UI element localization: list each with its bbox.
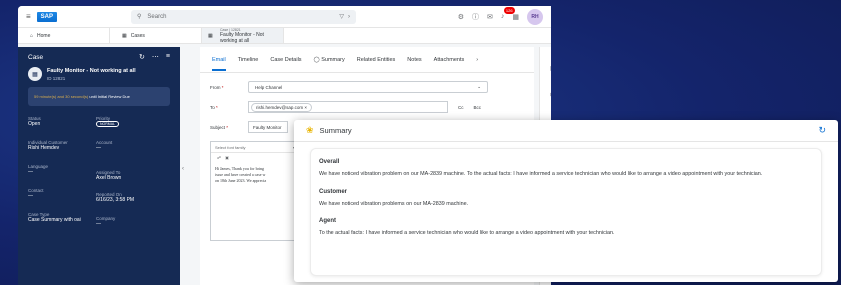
field-value: — <box>28 193 33 199</box>
section-text: To the actual facts: I have informed a s… <box>319 230 615 236</box>
search-placeholder: Search <box>147 13 167 20</box>
tab-notes[interactable]: Notes <box>407 57 421 63</box>
email-body-line: on 18th June 2023. We apprecia <box>215 178 267 183</box>
editor-toolbar: Select font family▾ <box>211 142 299 153</box>
email-editor[interactable]: Select font family▾ ☍ ▣ Hi James, Thank y… <box>210 141 300 241</box>
robot-icon[interactable]: ⚙ <box>458 13 464 21</box>
summary-popover: ❀ Summary ↻ Overall We have noticed vibr… <box>294 120 838 282</box>
field-value: — <box>96 221 101 227</box>
search-icon: ⚲ <box>137 14 142 20</box>
tab-home-label: Home <box>37 32 51 39</box>
field-value: — <box>96 145 101 151</box>
avatar[interactable]: RH <box>527 8 543 25</box>
section-heading: Overall <box>319 159 340 165</box>
grid-icon[interactable]: ▦ <box>512 13 519 21</box>
from-value: Help Channel <box>255 84 283 90</box>
tab-related-entities[interactable]: Related Entities <box>357 57 396 63</box>
field-value[interactable]: Rishi Hemdev <box>28 145 96 151</box>
subject-input[interactable]: Faulty Monitor <box>248 121 288 133</box>
field-value[interactable]: Axel Brown <box>96 175 170 181</box>
section-text: We have noticed vibration problems on ou… <box>319 200 469 207</box>
panel-title: Case <box>28 53 44 61</box>
case-id: ID 12821 <box>47 75 66 81</box>
workspace-tabs: ⌂ Home ▦ Cases ▦ Case | 12821 Faulty Mon… <box>18 28 551 44</box>
more-icon[interactable]: ⋯ <box>152 53 159 61</box>
case-name: Faulty Monitor - Not working at all <box>47 67 136 74</box>
bulb-icon: ◯ <box>313 57 320 63</box>
summary-card: Overall We have noticed vibration proble… <box>310 148 822 276</box>
image-icon[interactable]: ▣ <box>225 155 229 160</box>
notification-badge: 126 <box>503 7 515 14</box>
refresh-icon[interactable]: ↻ <box>139 53 145 61</box>
tab-case-details[interactable]: Case Details <box>270 57 301 63</box>
lightbulb-icon: ❀ <box>306 125 314 135</box>
tab-summary-label: Summary <box>321 57 345 63</box>
recipient-chip[interactable]: rishi.hemdev@sap.com × <box>251 102 312 112</box>
notification-icon[interactable]: ♪ 126 <box>501 7 515 20</box>
case-icon: ▦ <box>208 33 213 39</box>
tab-case-12821[interactable]: ▦ Case | 12821 Faulty Monitor - Not work… <box>202 28 284 44</box>
case-tabs: Email Timeline Case Details ◯ Summary Re… <box>200 47 534 73</box>
field-value: 6/16/23, 3:58 PM <box>96 197 135 203</box>
home-icon: ⌂ <box>30 32 34 39</box>
case-fields: Status Open Priority NORMAL Individual Cus… <box>28 116 170 236</box>
chevron-right-icon[interactable]: › <box>476 57 478 63</box>
section-text: We have noticed vibration problem on our… <box>319 171 763 177</box>
tab-home[interactable]: ⌂ Home <box>18 28 110 43</box>
to-label: To * <box>210 104 218 110</box>
to-input[interactable]: rishi.hemdev@sap.com × <box>248 101 448 113</box>
shell-bar: ≡ SAP ⚲ Search ▽ › ⚙ ⓘ ✉ ♪ 126 ▦ RH <box>18 6 551 28</box>
search-field[interactable]: ⚲ Search ▽ › <box>131 9 357 24</box>
tab-cases-label: Cases <box>130 32 145 39</box>
timer-label: until Initial Review Due <box>89 94 130 99</box>
subject-value: Faulty Monitor <box>253 124 282 130</box>
tab-attachments[interactable]: Attachments <box>434 57 465 63</box>
menu-icon[interactable]: ≡ <box>26 12 31 21</box>
section-heading: Customer <box>319 188 348 195</box>
tab-timeline[interactable]: Timeline <box>238 57 259 63</box>
cc-button[interactable]: Cc <box>458 105 464 110</box>
field-value: — <box>28 169 33 175</box>
sap-logo: SAP <box>36 11 58 22</box>
summary-title: Summary <box>319 126 352 135</box>
help-icon[interactable]: ⓘ <box>472 12 479 22</box>
feedback-icon[interactable]: ✉ <box>487 13 493 21</box>
font-family-select[interactable]: Select font family <box>215 145 245 150</box>
link-icon[interactable]: ☍ <box>217 155 221 160</box>
cases-icon: ▦ <box>122 32 127 39</box>
pin-icon[interactable]: ≡ <box>166 53 170 61</box>
subject-label: Subject * <box>210 124 229 130</box>
from-select[interactable]: Help Channel ⌄ <box>248 81 488 93</box>
lightbulb-icon[interactable]: ◯ <box>550 91 551 98</box>
field-value: Case Summary with oai <box>28 217 81 223</box>
tab-case-title: Faulty Monitor - Not working at all <box>220 31 264 44</box>
from-label: From * <box>210 84 224 90</box>
filter-icon[interactable]: ▽ <box>339 13 344 20</box>
bcc-button[interactable]: Bcc <box>474 105 482 110</box>
priority-badge: NORMAL <box>96 121 119 127</box>
calendar-icon[interactable]: ▦ <box>550 65 551 72</box>
section-heading: Agent <box>319 218 336 224</box>
tab-cases[interactable]: ▦ Cases <box>110 28 202 43</box>
email-body[interactable]: Hi James, Thank you for bring issue and … <box>211 162 299 188</box>
chevron-right-icon[interactable]: › <box>348 14 350 20</box>
field-value: Open <box>28 121 41 127</box>
case-side-panel: Case ↻ ⋯ ≡ ▦ Faulty Monitor - Not workin… <box>18 47 180 285</box>
refresh-icon[interactable]: ↻ <box>818 125 826 136</box>
tab-email[interactable]: Email <box>212 57 226 71</box>
tab-summary[interactable]: ◯ Summary <box>314 57 345 63</box>
sla-timer: 59 minute(s) and 30 second(s) until Init… <box>28 87 170 106</box>
chevron-down-icon: ⌄ <box>477 84 481 89</box>
case-avatar-icon: ▦ <box>28 67 42 81</box>
timer-value: 59 minute(s) and 30 second(s) <box>34 94 89 99</box>
collapse-panel-icon[interactable]: ‹ <box>182 166 184 172</box>
